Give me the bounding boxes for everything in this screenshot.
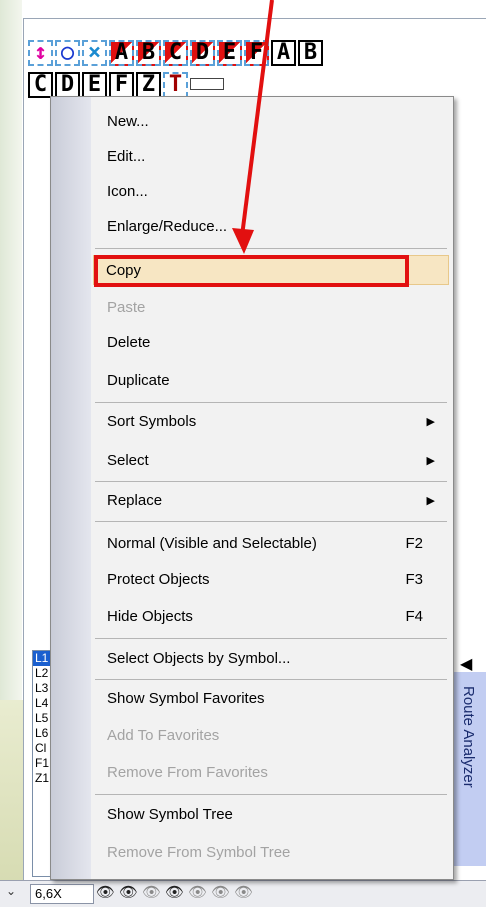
annotation-arrow	[232, 0, 274, 254]
